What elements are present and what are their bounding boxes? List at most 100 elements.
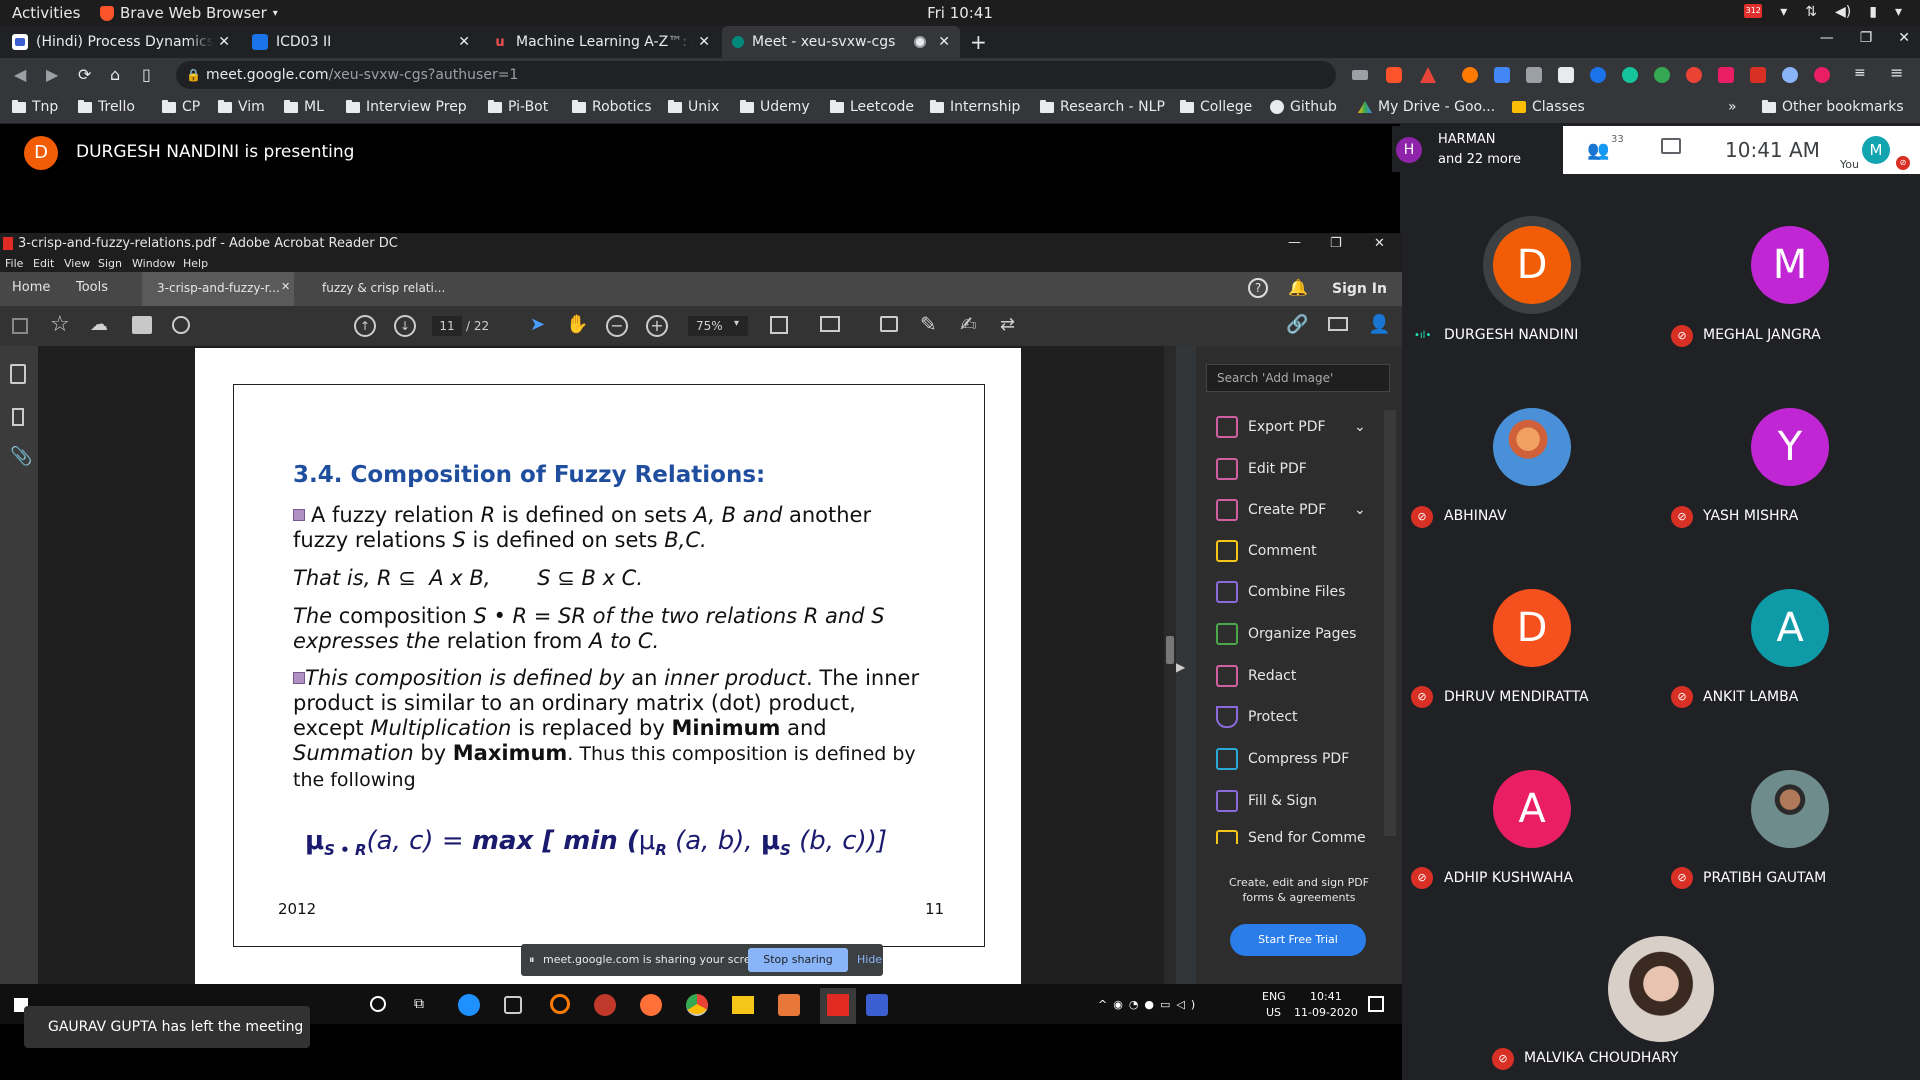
menu-file[interactable]: File bbox=[5, 257, 23, 270]
pages-icon[interactable] bbox=[10, 364, 26, 384]
mail-icon[interactable] bbox=[1328, 317, 1348, 331]
bookmark-drive[interactable]: My Drive - Goo... bbox=[1358, 99, 1495, 115]
menu-icon[interactable]: ≡ bbox=[1890, 63, 1906, 82]
upload-icon[interactable]: ☁ bbox=[90, 314, 108, 335]
app-icon[interactable] bbox=[550, 994, 570, 1014]
scroll-mode-icon[interactable] bbox=[820, 316, 840, 332]
back-icon[interactable]: ◀ bbox=[14, 65, 26, 84]
tab-document-2[interactable]: fuzzy & crisp relati... bbox=[322, 281, 445, 295]
tab-tools[interactable]: Tools bbox=[76, 280, 108, 295]
app-icon[interactable] bbox=[866, 994, 888, 1016]
task-view-icon[interactable]: ⧉ bbox=[414, 996, 424, 1012]
page-number-input[interactable]: 11 bbox=[432, 316, 462, 336]
chat-icon[interactable] bbox=[1661, 138, 1681, 154]
zoom-out-icon[interactable]: − bbox=[606, 315, 628, 337]
tab-document-1[interactable]: 3-crisp-and-fuzzy-r... bbox=[157, 281, 280, 295]
scrollbar-thumb[interactable] bbox=[1166, 636, 1174, 664]
camera-icon[interactable] bbox=[1352, 70, 1368, 80]
translate-icon[interactable] bbox=[1494, 67, 1510, 83]
tab-process-dynamics[interactable]: (Hindi) Process Dynamics a ✕ bbox=[2, 26, 240, 58]
action-center-icon[interactable] bbox=[1368, 996, 1384, 1012]
menu-view[interactable]: View bbox=[64, 257, 90, 270]
new-tab-button[interactable]: + bbox=[970, 30, 987, 54]
bookmarks-icon[interactable] bbox=[12, 408, 24, 426]
participant-summary-chip[interactable]: H HARMAN and 22 more bbox=[1392, 126, 1560, 172]
tool-compress-pdf[interactable]: Compress PDF bbox=[1216, 748, 1349, 770]
pen-icon[interactable]: ✎ bbox=[920, 312, 937, 336]
zoom-search-icon[interactable] bbox=[172, 316, 190, 334]
tools-scrollbar[interactable] bbox=[1384, 410, 1396, 836]
select-cursor-icon[interactable]: ➤ bbox=[530, 314, 545, 335]
tool-edit-pdf[interactable]: Edit PDF bbox=[1216, 458, 1307, 480]
grammarly-icon[interactable] bbox=[1622, 67, 1638, 83]
close-window-icon[interactable]: ✕ bbox=[1374, 236, 1385, 251]
app-menu[interactable]: Brave Web Browser ▾ bbox=[100, 4, 278, 22]
tool-export-pdf[interactable]: Export PDF ⌄ bbox=[1216, 416, 1366, 438]
menu-help[interactable]: Help bbox=[183, 257, 208, 270]
edge-icon[interactable] bbox=[458, 994, 480, 1016]
camera-icon[interactable] bbox=[504, 996, 522, 1014]
tool-redact[interactable]: Redact bbox=[1216, 665, 1296, 687]
expand-right-icon[interactable]: ▶ bbox=[1176, 660, 1185, 674]
bookmark-folder[interactable]: Pi-Bot bbox=[488, 99, 548, 115]
file-explorer-icon[interactable] bbox=[732, 996, 754, 1014]
close-icon[interactable]: ✕ bbox=[218, 34, 230, 50]
reload-icon[interactable]: ⟳ bbox=[78, 65, 91, 84]
bookmark-folder[interactable]: Interview Prep bbox=[346, 99, 467, 115]
app-icon[interactable] bbox=[778, 994, 800, 1016]
tool-create-pdf[interactable]: Create PDF ⌄ bbox=[1216, 499, 1366, 521]
print-icon[interactable] bbox=[132, 316, 152, 334]
close-icon[interactable]: ✕ bbox=[938, 34, 950, 50]
zoom-in-icon[interactable]: + bbox=[646, 315, 668, 337]
address-bar[interactable]: 🔒 meet.google.com/xeu-svxw-cgs?authuser=… bbox=[176, 61, 1336, 89]
bookmark-folder[interactable]: Internship bbox=[930, 99, 1020, 115]
link-icon[interactable]: 🔗 bbox=[1286, 314, 1308, 335]
add-user-icon[interactable]: 👤 bbox=[1368, 314, 1390, 335]
maximize-icon[interactable]: ❐ bbox=[1860, 30, 1873, 46]
tool-fill-sign[interactable]: Fill & Sign bbox=[1216, 790, 1317, 812]
menu-sign[interactable]: Sign bbox=[98, 257, 122, 270]
self-avatar[interactable]: M bbox=[1862, 136, 1890, 164]
menu-window[interactable]: Window bbox=[132, 257, 175, 270]
bookmark-folder[interactable]: ML bbox=[284, 99, 324, 115]
help-icon[interactable]: ? bbox=[1248, 278, 1268, 298]
close-window-icon[interactable]: ✕ bbox=[1898, 30, 1910, 46]
bookmark-folder[interactable]: CP bbox=[162, 99, 200, 115]
attachment-icon[interactable]: 📎 bbox=[10, 446, 32, 467]
extension-icon[interactable] bbox=[1686, 67, 1702, 83]
tools-search-input[interactable]: Search 'Add Image' bbox=[1206, 364, 1390, 392]
extension-icon[interactable] bbox=[1462, 67, 1478, 83]
minimize-icon[interactable]: — bbox=[1288, 235, 1301, 250]
bookmark-folder[interactable]: Research - NLP bbox=[1040, 99, 1165, 115]
extension-icon[interactable] bbox=[1814, 67, 1830, 83]
activities-button[interactable]: Activities bbox=[12, 4, 80, 22]
star-icon[interactable]: ☆ bbox=[50, 312, 70, 337]
document-scrollbar[interactable] bbox=[1164, 346, 1176, 984]
bookmark-folder[interactable]: Trello bbox=[78, 99, 135, 115]
chrome-icon[interactable] bbox=[686, 994, 708, 1016]
tool-send-for-comment[interactable]: Send for Comme bbox=[1216, 830, 1366, 844]
extension-icon[interactable] bbox=[1558, 67, 1574, 83]
bookmark-folder[interactable]: Udemy bbox=[740, 99, 810, 115]
hand-tool-icon[interactable]: ✋ bbox=[566, 314, 588, 335]
bookmark-icon[interactable]: ▯ bbox=[142, 65, 151, 84]
taskbar-time[interactable]: 10:41 bbox=[1310, 990, 1342, 1003]
forward-icon[interactable]: ▶ bbox=[46, 65, 58, 84]
more-bookmarks-button[interactable]: » bbox=[1728, 99, 1737, 115]
tab-meet[interactable]: Meet - xeu-svxw-cgs ✕ bbox=[722, 26, 960, 58]
bell-icon[interactable]: 🔔 bbox=[1288, 278, 1308, 297]
bookmark-folder[interactable]: Leetcode bbox=[830, 99, 914, 115]
firefox-icon[interactable] bbox=[640, 994, 662, 1016]
close-icon[interactable]: ✕ bbox=[458, 34, 470, 50]
menu-edit[interactable]: Edit bbox=[33, 257, 54, 270]
extension-icon[interactable] bbox=[1750, 67, 1766, 83]
bookmark-folder[interactable]: Unix bbox=[668, 99, 719, 115]
start-free-trial-button[interactable]: Start Free Trial bbox=[1230, 924, 1366, 956]
app-icon[interactable] bbox=[594, 994, 616, 1016]
extension-icon[interactable] bbox=[1718, 67, 1734, 83]
tab-machine-learning[interactable]: u Machine Learning A-Z™: Ha ✕ bbox=[482, 26, 720, 58]
stop-sharing-button[interactable]: Stop sharing bbox=[748, 948, 848, 972]
comment-icon[interactable] bbox=[880, 316, 898, 332]
tab-icd03[interactable]: ICD03 II ✕ bbox=[242, 26, 480, 58]
home-icon[interactable]: ⌂ bbox=[110, 65, 120, 84]
